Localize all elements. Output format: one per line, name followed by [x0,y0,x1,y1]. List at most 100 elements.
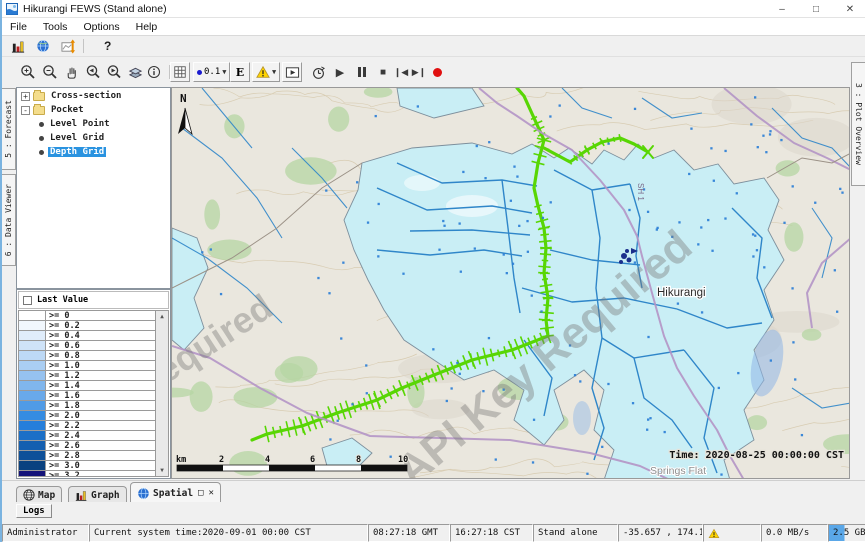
side-tab-plot-overview[interactable]: 3 : Plot Overview [851,62,865,186]
plot-display-icon[interactable] [59,38,77,54]
legend-color-swatch [19,411,46,420]
legend-row[interactable]: >= 0.4 [19,331,155,341]
tree-item-label: Level Point [48,119,112,129]
step-back-button[interactable]: ❙◀ [391,62,411,82]
window-title: Hikurangi FEWS (Stand alone) [23,3,167,15]
status-local-time: 16:27:18 CST [450,524,533,542]
legend-row[interactable]: >= 3.2 [19,471,155,477]
road-label: SH 1 [636,183,645,201]
play-button[interactable]: ▶ [330,62,350,82]
town-label: Hikurangi [657,287,706,299]
legend-color-swatch [19,381,46,390]
explorer-icon[interactable] [9,38,27,54]
legend-scrollbar[interactable]: ▲ ▼ [155,311,168,476]
status-system-time: Current system time:2020-09-01 00:00 CST [89,524,368,542]
scroll-up-icon[interactable]: ▲ [160,311,164,322]
legend-row[interactable]: >= 0 [19,311,155,321]
stop-button[interactable]: ■ [373,62,393,82]
legend-row[interactable]: >= 0.2 [19,321,155,331]
tree-item-pocket[interactable]: - Pocket [17,104,170,116]
legend-row[interactable]: >= 2.4 [19,431,155,441]
map-toolbar: 0.1 ▼ E ▼ ▶ ■ ❙◀ ▶❙ 2020-08-25 00:00:00 … [2,57,865,87]
pan-hand-icon[interactable] [61,62,81,82]
legend-row[interactable]: >= 1.0 [19,361,155,371]
float-icon[interactable]: □ [198,488,203,498]
legend-row[interactable]: >= 1.6 [19,391,155,401]
tab-map-label: Map [38,490,55,501]
tree-item-label: Pocket [49,105,86,115]
svg-text:8: 8 [356,455,361,465]
tree-item-depth-grid[interactable]: Depth Grid [39,146,170,158]
animation-speed-icon[interactable] [308,62,328,82]
side-tab-forecast[interactable]: 5 : Forecast [2,88,16,170]
legend-row-label: >= 1.8 [46,401,155,410]
maximize-button[interactable]: □ [799,0,833,18]
animation-button[interactable] [282,62,302,82]
svg-text:N: N [180,92,187,105]
tab-map[interactable]: Map [16,486,62,503]
map-globe-icon [23,489,35,501]
logs-button[interactable]: Logs [16,504,52,518]
legend-row-label: >= 0.6 [46,341,155,350]
legend-row[interactable]: >= 2.2 [19,421,155,431]
step-forward-button[interactable]: ▶❙ [409,62,429,82]
legend-color-swatch [19,391,46,400]
legend-row[interactable]: >= 2.6 [19,441,155,451]
status-coordinates: -35.657 , 174.199 [618,524,703,542]
minimize-button[interactable]: – [765,0,799,18]
spatial-globe-icon [137,487,150,500]
main-toolbar: ? [2,36,865,57]
legend-row[interactable]: >= 2.8 [19,451,155,461]
menu-help[interactable]: Help [128,20,166,34]
grid-display-button[interactable] [170,62,190,82]
graph-bars-icon [75,489,88,502]
spatial-display-globe-icon[interactable] [34,38,52,54]
map-viewport[interactable]: API Key Required API Key Required Hikura… [171,87,850,479]
menu-options[interactable]: Options [75,20,127,34]
expand-plus-icon[interactable]: + [21,92,30,101]
menu-file[interactable]: File [2,20,35,34]
legend-row[interactable]: >= 1.2 [19,371,155,381]
zoom-in-icon[interactable] [18,62,38,82]
legend-header: Last Value [18,291,169,309]
side-tab-data-viewer[interactable]: 6 : Data Viewer [2,174,16,266]
legend-row[interactable]: >= 1.4 [19,381,155,391]
pause-button[interactable] [352,62,372,82]
close-button[interactable]: ✕ [833,0,865,18]
tree-item-label: Cross-section [49,91,123,101]
help-button[interactable]: ? [104,39,111,53]
status-memory: 2.5 GB [828,524,865,542]
warning-dropdown[interactable]: ▼ [252,62,280,82]
tree-item-cross-section[interactable]: + Cross-section [17,90,170,102]
classification-dropdown[interactable]: 0.1 ▼ [193,62,230,82]
svg-text:6: 6 [310,455,315,465]
collapse-minus-icon[interactable]: - [21,106,30,115]
legend-row[interactable]: >= 1.8 [19,401,155,411]
legend-row[interactable]: >= 0.6 [19,341,155,351]
legend-row[interactable]: >= 0.8 [19,351,155,361]
zoom-next-icon[interactable] [104,62,124,82]
info-icon[interactable] [144,62,164,82]
scroll-down-icon[interactable]: ▼ [160,465,164,476]
tree-item-level-grid[interactable]: Level Grid [39,132,170,144]
zoom-previous-icon[interactable] [83,62,103,82]
close-icon[interactable]: ✕ [208,488,213,498]
tab-graph[interactable]: Graph [68,486,127,503]
dot-icon [197,70,202,75]
status-warning-cell[interactable] [703,524,761,542]
menu-tools[interactable]: Tools [35,20,76,34]
svg-text:10: 10 [398,455,408,465]
record-button[interactable] [427,62,447,82]
legend-color-swatch [19,441,46,450]
zoom-out-icon[interactable] [40,62,60,82]
legend-row[interactable]: >= 3.0 [19,461,155,471]
map-canvas[interactable]: API Key Required API Key Required Hikura… [172,88,850,479]
last-value-checkbox[interactable] [23,296,32,305]
tab-spatial[interactable]: Spatial □ ✕ [130,482,221,503]
legend-row[interactable]: >= 2.0 [19,411,155,421]
labels-toggle-button[interactable]: E [230,62,250,82]
layers-icon[interactable] [125,62,145,82]
legend-color-swatch [19,471,46,477]
last-value-label: Last Value [37,295,88,305]
tree-item-level-point[interactable]: Level Point [39,118,170,130]
